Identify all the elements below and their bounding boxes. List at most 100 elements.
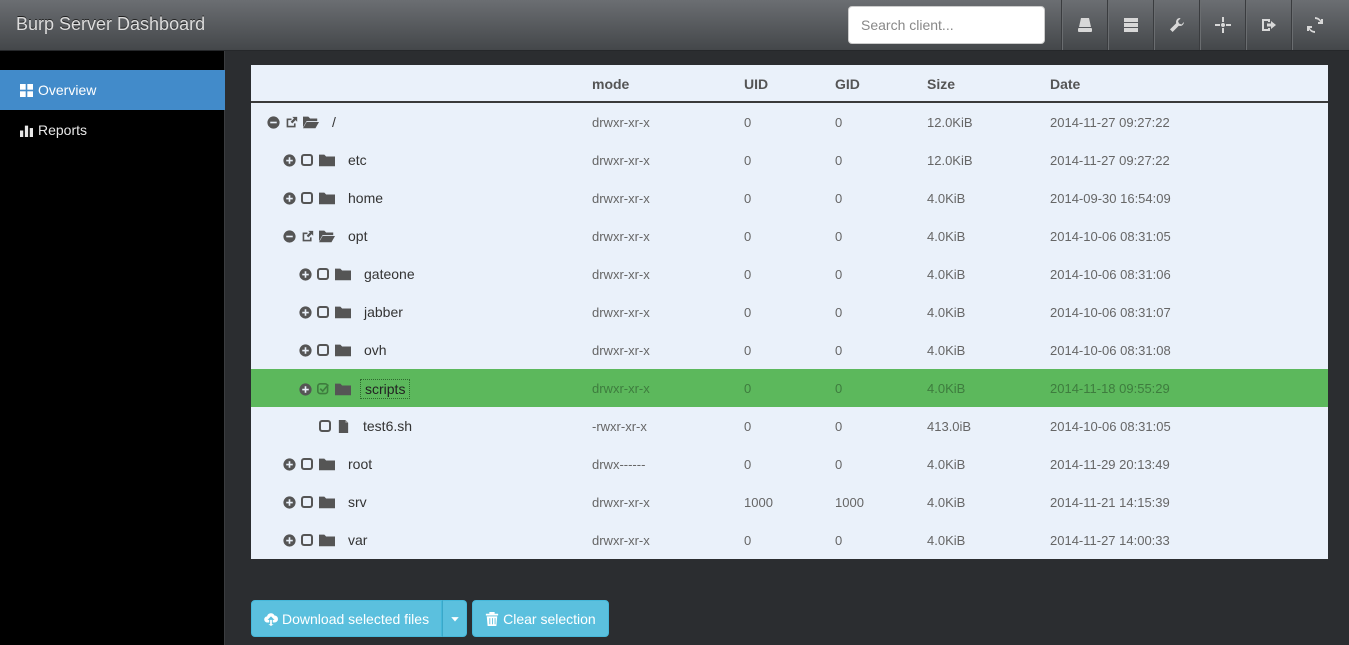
size-cell: 4.0KiB [927,381,966,396]
file-name[interactable]: opt [344,227,371,245]
uid-cell: 0 [744,419,752,434]
brand-title[interactable]: Burp Server Dashboard [16,14,205,35]
header-size: Size [927,76,956,92]
file-name[interactable]: jabber [360,303,407,321]
folder-icon [335,305,351,319]
date-cell: 2014-10-06 08:31:08 [1050,343,1171,358]
select-checkbox[interactable] [319,420,331,432]
uid-cell: 0 [744,267,752,282]
select-checkbox[interactable] [317,382,330,396]
table-row[interactable]: test6.sh -rwxr-xr-x 0 0 413.0iB 2014-10-06 08… [251,407,1328,445]
table-row[interactable]: ovh drwxr-xr-x 0 0 4.0KiB 2014-10-06 08:31:08 [251,331,1328,369]
table-row[interactable]: srv drwxr-xr-x 1000 1000 4.0KiB 2014-11-21 14… [251,483,1328,521]
expand-toggle[interactable] [283,191,296,205]
mode-cell: drwxr-xr-x [592,495,650,510]
drive-icon[interactable] [1061,0,1107,50]
expand-toggle[interactable] [283,533,296,547]
gid-cell: 0 [835,229,843,244]
file-name[interactable]: gateone [360,265,419,283]
expand-toggle[interactable] [299,382,312,396]
select-checkbox[interactable] [301,458,313,470]
file-name[interactable]: scripts [360,379,411,399]
clear-selection-button[interactable]: Clear selection [472,600,609,637]
gid-cell: 0 [835,533,843,548]
server-icon[interactable] [1107,0,1153,50]
table-row[interactable]: scripts drwxr-xr-x 0 0 4.0KiB 2014-11-18 09:5… [251,369,1328,407]
expand-toggle[interactable] [283,495,296,509]
folder-icon [335,344,351,357]
crosshair-icon[interactable] [1199,0,1245,50]
file-icon [337,419,350,433]
file-name[interactable]: etc [344,151,371,169]
select-checkbox[interactable] [301,534,313,546]
collapse-toggle[interactable] [283,229,296,243]
table-row[interactable]: etc drwxr-xr-x 0 0 12.0KiB 2014-11-27 09:27:2… [251,141,1328,179]
date-cell: 2014-11-27 09:27:22 [1050,153,1170,168]
size-cell: 4.0KiB [927,267,966,282]
gid-cell: 1000 [835,495,864,510]
expand-toggle[interactable] [283,457,296,471]
folder-icon [319,458,335,471]
table-row[interactable]: jabber drwxr-xr-x 0 0 4.0KiB 2014-10-06 08:31… [251,293,1328,331]
file-name[interactable]: ovh [360,341,391,359]
select-checkbox[interactable] [301,154,313,166]
header-uid: UID [744,76,769,92]
size-cell: 4.0KiB [927,343,966,358]
chart-icon [20,125,33,137]
table-row[interactable]: root drwx------ 0 0 4.0KiB 2014-11-29 20:13:4… [251,445,1328,483]
expand-toggle[interactable] [299,343,312,357]
file-name[interactable]: home [344,189,387,207]
file-name[interactable]: root [344,455,376,473]
file-name[interactable]: var [344,531,371,549]
expand-toggle[interactable] [299,267,312,281]
select-checkbox[interactable] [301,230,314,243]
sidebar-item-overview[interactable]: Overview [0,70,225,110]
file-name[interactable]: test6.sh [359,417,416,435]
mode-cell: drwxr-xr-x [592,229,650,244]
wrench-icon[interactable] [1153,0,1199,50]
collapse-toggle[interactable] [267,115,280,129]
download-selected-button[interactable]: Download selected files [251,600,443,637]
file-name-cell: gateone [299,265,419,283]
table-row[interactable]: var drwxr-xr-x 0 0 4.0KiB 2014-11-27 14:00:33 [251,521,1328,559]
search-client-input[interactable] [848,6,1045,44]
select-checkbox[interactable] [301,496,313,508]
select-checkbox[interactable] [317,344,329,356]
table-row[interactable]: gateone drwxr-xr-x 0 0 4.0KiB 2014-10-06 08:3… [251,255,1328,293]
folder-icon [319,495,335,509]
logout-icon[interactable] [1245,0,1291,50]
mode-cell: drwxr-xr-x [592,305,650,320]
table-row[interactable]: opt drwxr-xr-x 0 0 4.0KiB 2014-10-06 08:31:05 [251,217,1328,255]
select-checkbox[interactable] [317,306,329,318]
size-cell: 4.0KiB [927,305,966,320]
expand-icon [299,343,312,357]
sidebar: Overview Reports [0,51,225,645]
gid-cell: 0 [835,457,843,472]
mode-cell: drwxr-xr-x [592,343,650,358]
folder-icon [319,154,335,167]
trash-icon [485,611,499,626]
select-checkbox[interactable] [301,192,313,204]
select-checkbox[interactable] [317,268,329,280]
expand-toggle[interactable] [299,305,312,319]
action-bar: Download selected files Clear selection [251,600,609,637]
folder-icon [319,191,335,205]
file-name[interactable]: srv [344,493,371,511]
folder-icon [335,343,351,357]
table-row[interactable]: home drwxr-xr-x 0 0 4.0KiB 2014-09-30 16:54:0… [251,179,1328,217]
folder-icon [335,267,351,281]
expand-icon [299,267,312,281]
download-options-dropdown[interactable] [442,600,468,637]
refresh-icon[interactable] [1291,0,1337,50]
table-row[interactable]: / drwxr-xr-x 0 0 12.0KiB 2014-11-27 09:27:22 [251,103,1328,141]
mode-cell: drwxr-xr-x [592,533,650,548]
file-name[interactable]: / [328,113,340,131]
sidebar-item-reports[interactable]: Reports [0,110,225,150]
uid-cell: 0 [744,153,752,168]
select-checkbox[interactable] [285,116,298,129]
gid-cell: 0 [835,381,843,396]
mode-cell: drwxr-xr-x [592,115,650,130]
uid-cell: 0 [744,533,752,548]
file-name-cell: test6.sh [319,417,416,435]
expand-toggle[interactable] [283,153,296,167]
